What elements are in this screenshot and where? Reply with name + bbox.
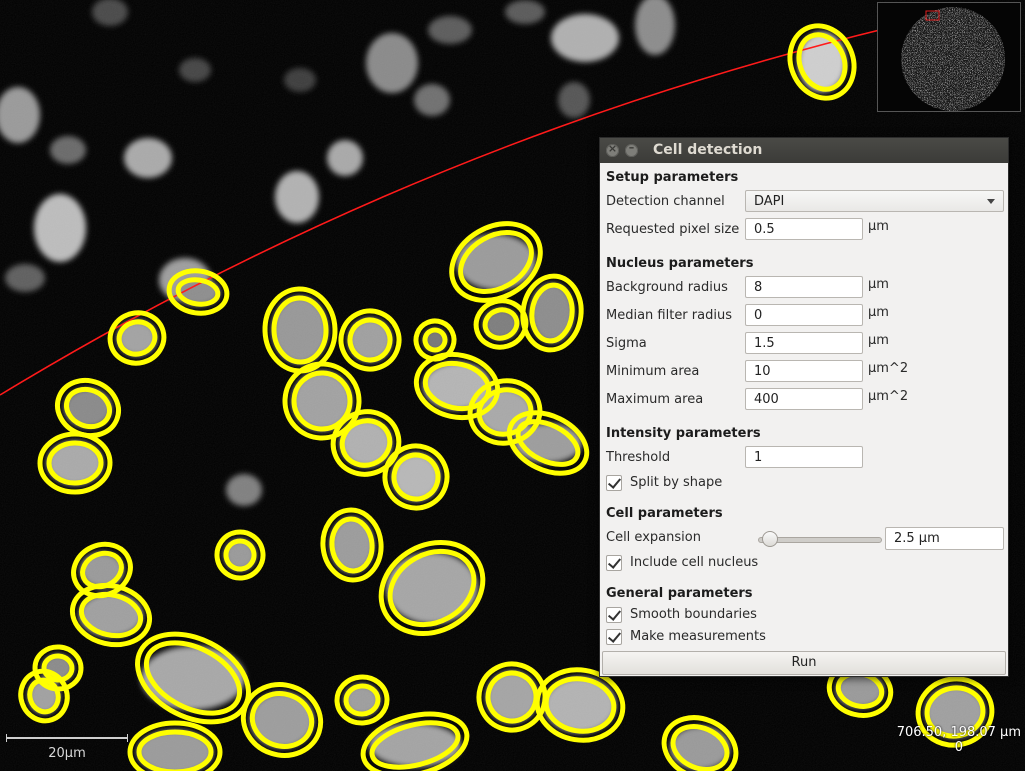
maximum-area-label: Maximum area: [606, 392, 704, 407]
pixel-size-label: Requested pixel size: [606, 222, 740, 237]
setup-parameters-header: Setup parameters: [606, 170, 739, 185]
threshold-label: Threshold: [606, 450, 671, 465]
overview-thumbnail[interactable]: [877, 2, 1021, 112]
background-radius-label: Background radius: [606, 280, 728, 295]
sigma-input[interactable]: [745, 332, 863, 354]
intensity-parameters-header: Intensity parameters: [606, 426, 761, 441]
median-filter-label: Median filter radius: [606, 308, 732, 323]
slider-handle[interactable]: [762, 531, 779, 547]
scalebar-label: 20µm: [48, 746, 86, 761]
checkmark-icon: [607, 555, 622, 569]
cursor-readout: 706.50, 198.07 µm 0: [897, 725, 1021, 755]
scalebar: [6, 734, 128, 742]
cell-detection-dialog: Cell detection Setup parameters Detectio…: [599, 137, 1009, 677]
include-cell-nucleus-label: Include cell nucleus: [630, 555, 759, 570]
detection-channel-select[interactable]: DAPI: [745, 190, 1004, 212]
nucleus-parameters-header: Nucleus parameters: [606, 256, 754, 271]
run-button[interactable]: Run: [602, 651, 1006, 675]
smooth-boundaries-label: Smooth boundaries: [630, 607, 757, 622]
checkmark-icon: [607, 475, 622, 489]
minimum-area-unit: µm^2: [868, 361, 909, 376]
cell-expansion-input[interactable]: [885, 527, 1004, 550]
minimum-area-label: Minimum area: [606, 364, 700, 379]
pixel-size-unit: µm: [868, 219, 889, 234]
cell-expansion-label: Cell expansion: [606, 530, 701, 545]
cell-parameters-header: Cell parameters: [606, 506, 723, 521]
median-filter-unit: µm: [868, 305, 889, 320]
sigma-unit: µm: [868, 333, 889, 348]
make-measurements-box[interactable]: [606, 629, 622, 645]
include-cell-nucleus-box[interactable]: [606, 555, 622, 571]
chevron-down-icon: [987, 199, 995, 204]
sigma-label: Sigma: [606, 336, 647, 351]
split-by-shape-label: Split by shape: [630, 475, 723, 490]
maximum-area-unit: µm^2: [868, 389, 909, 404]
pixel-size-input[interactable]: [745, 218, 863, 240]
cell-expansion-slider[interactable]: [758, 531, 882, 547]
threshold-input[interactable]: [745, 446, 863, 468]
close-icon[interactable]: [606, 142, 619, 157]
dialog-titlebar[interactable]: Cell detection: [600, 138, 1008, 163]
minimize-icon[interactable]: [625, 141, 638, 157]
background-radius-input[interactable]: [745, 276, 863, 298]
make-measurements-label: Make measurements: [630, 629, 766, 644]
smooth-boundaries-box[interactable]: [606, 607, 622, 623]
checkmark-icon: [607, 607, 622, 621]
general-parameters-header: General parameters: [606, 586, 753, 601]
minimum-area-input[interactable]: [745, 360, 863, 382]
split-by-shape-box[interactable]: [606, 475, 622, 491]
detection-channel-label: Detection channel: [606, 194, 725, 209]
checkmark-icon: [607, 629, 622, 643]
background-radius-unit: µm: [868, 277, 889, 292]
median-filter-input[interactable]: [745, 304, 863, 326]
dialog-title: Cell detection: [653, 142, 763, 158]
cursor-value: 0: [954, 740, 963, 755]
detection-channel-value: DAPI: [754, 194, 785, 209]
maximum-area-input[interactable]: [745, 388, 863, 410]
cursor-position: 706.50, 198.07 µm: [896, 725, 1021, 740]
